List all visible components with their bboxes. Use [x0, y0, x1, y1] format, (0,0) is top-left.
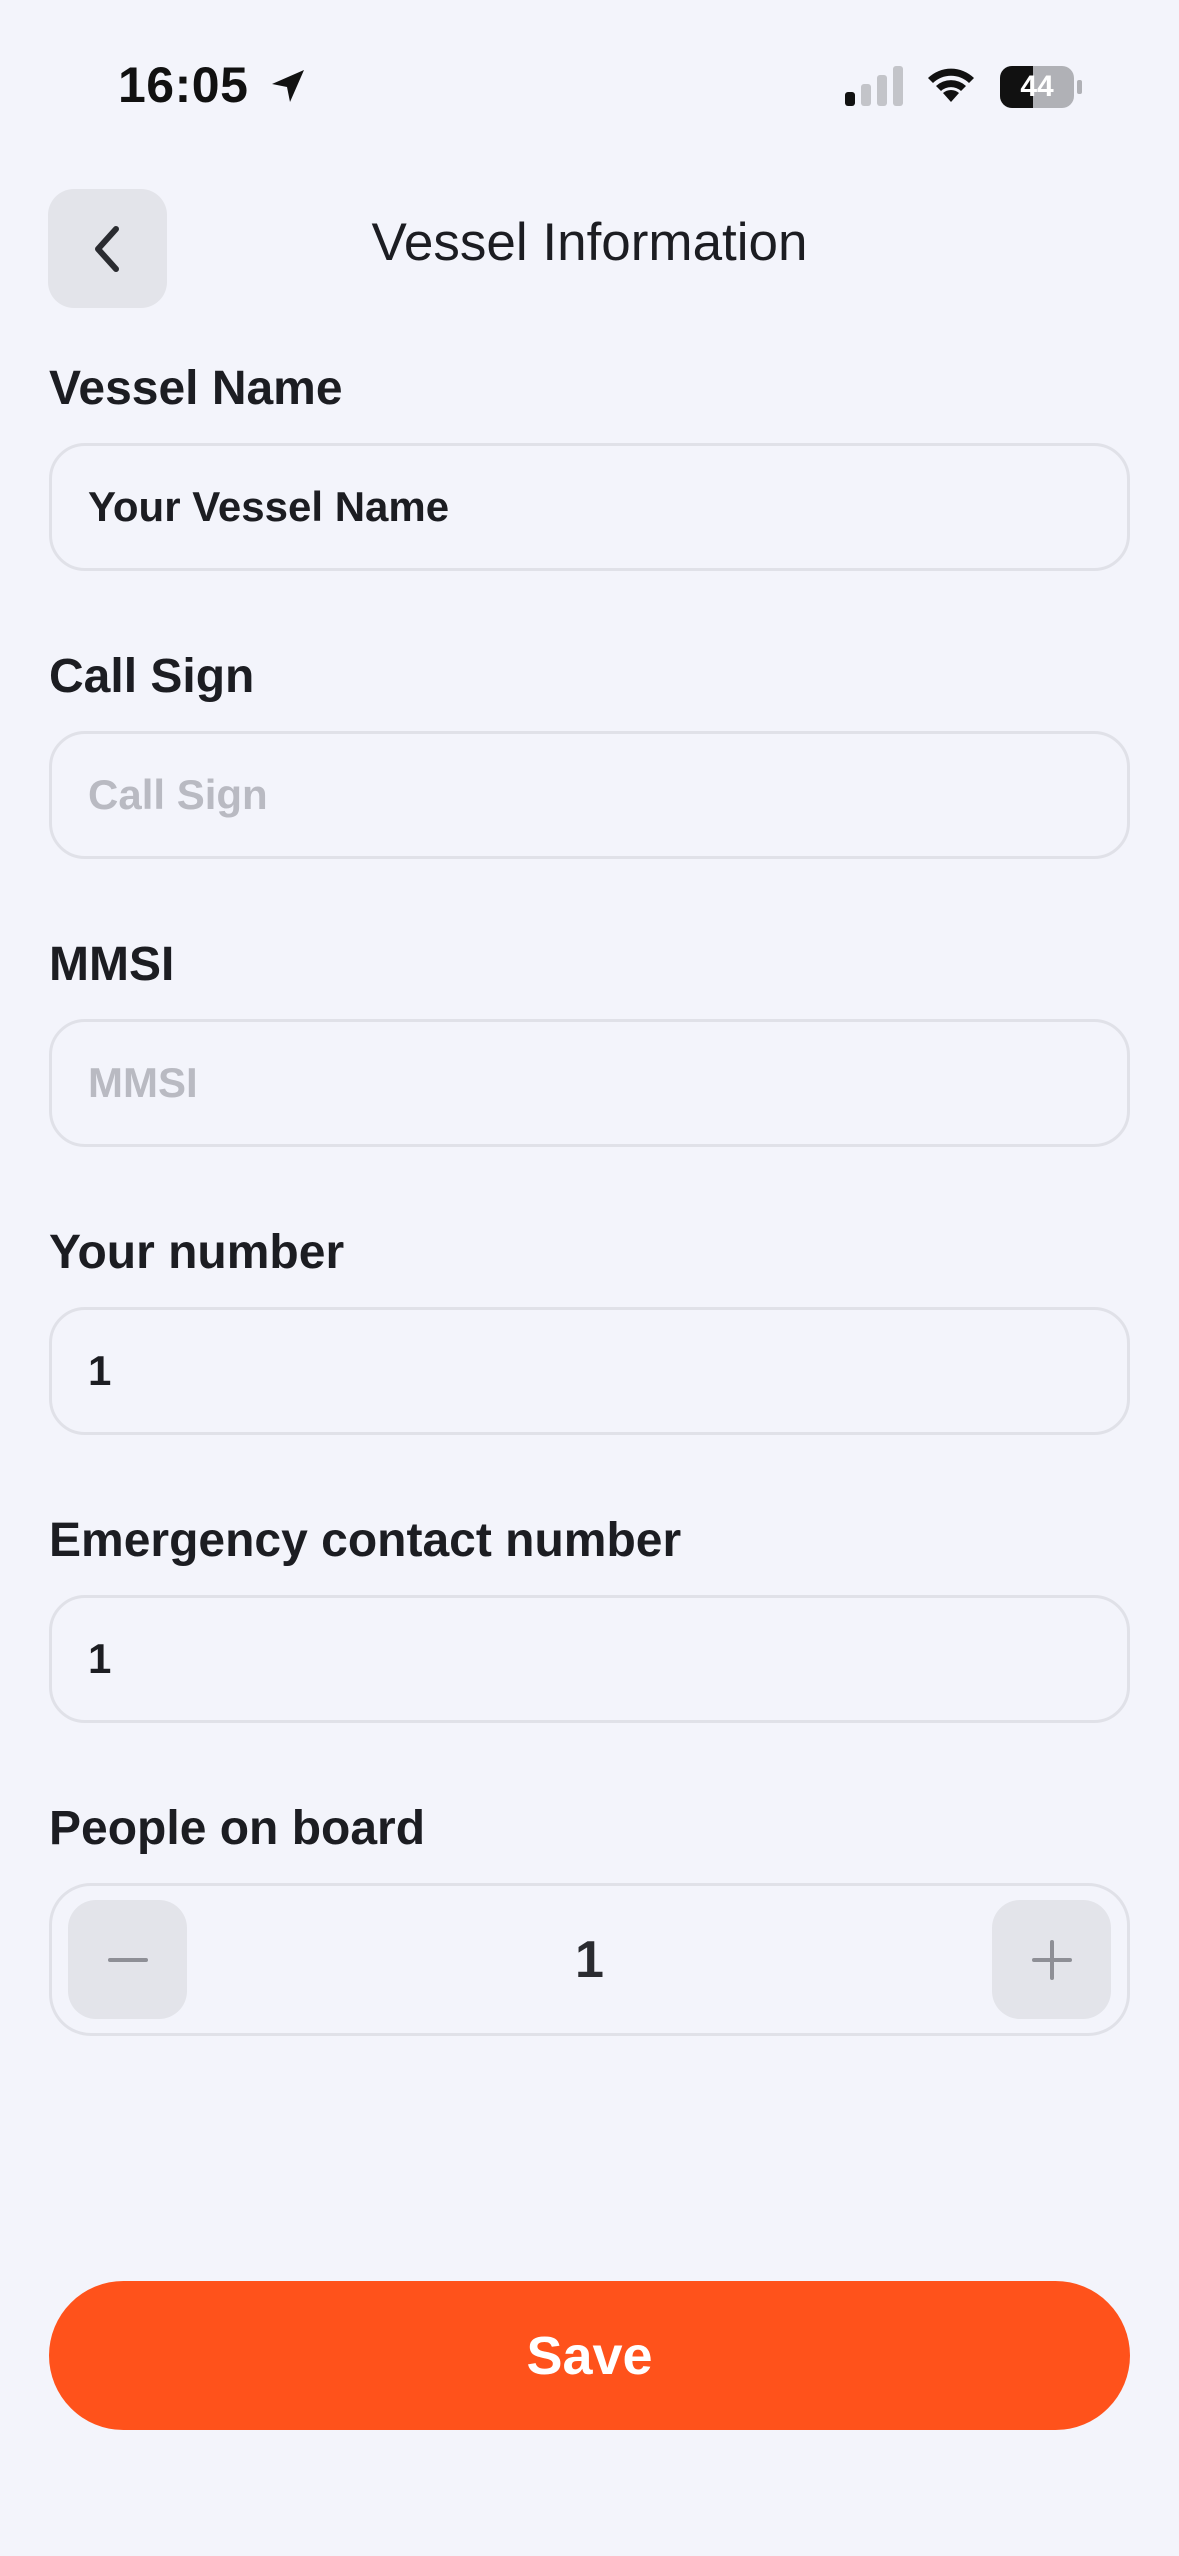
- emergency-number-label: Emergency contact number: [49, 1514, 682, 1567]
- save-button[interactable]: Save: [49, 2281, 1130, 2430]
- status-bar: 16:05 44: [0, 0, 1179, 180]
- minus-icon: [107, 1957, 148, 1962]
- vessel-name-label: Vessel Name: [49, 362, 343, 415]
- your-number-label: Your number: [49, 1226, 345, 1279]
- status-time: 16:05: [118, 57, 249, 113]
- decrement-button[interactable]: [68, 1900, 187, 2019]
- people-on-board-stepper: 1: [49, 1883, 1130, 2036]
- call-sign-input[interactable]: [49, 731, 1130, 859]
- emergency-number-input[interactable]: [49, 1595, 1130, 1723]
- mmsi-input[interactable]: [49, 1019, 1130, 1147]
- page-title: Vessel Information: [371, 213, 808, 272]
- location-arrow-icon: [272, 70, 304, 102]
- stepper-value: 1: [575, 1930, 604, 1989]
- mmsi-label: MMSI: [49, 938, 175, 991]
- call-sign-label: Call Sign: [49, 650, 255, 703]
- wifi-icon: [928, 68, 974, 102]
- plus-icon: [1031, 1939, 1072, 1980]
- your-number-input[interactable]: [49, 1307, 1130, 1435]
- battery-level: 44: [1020, 70, 1054, 103]
- vessel-name-input[interactable]: [49, 443, 1130, 571]
- cellular-signal-icon: [845, 66, 903, 106]
- people-on-board-label: People on board: [49, 1802, 426, 1855]
- increment-button[interactable]: [992, 1900, 1111, 2019]
